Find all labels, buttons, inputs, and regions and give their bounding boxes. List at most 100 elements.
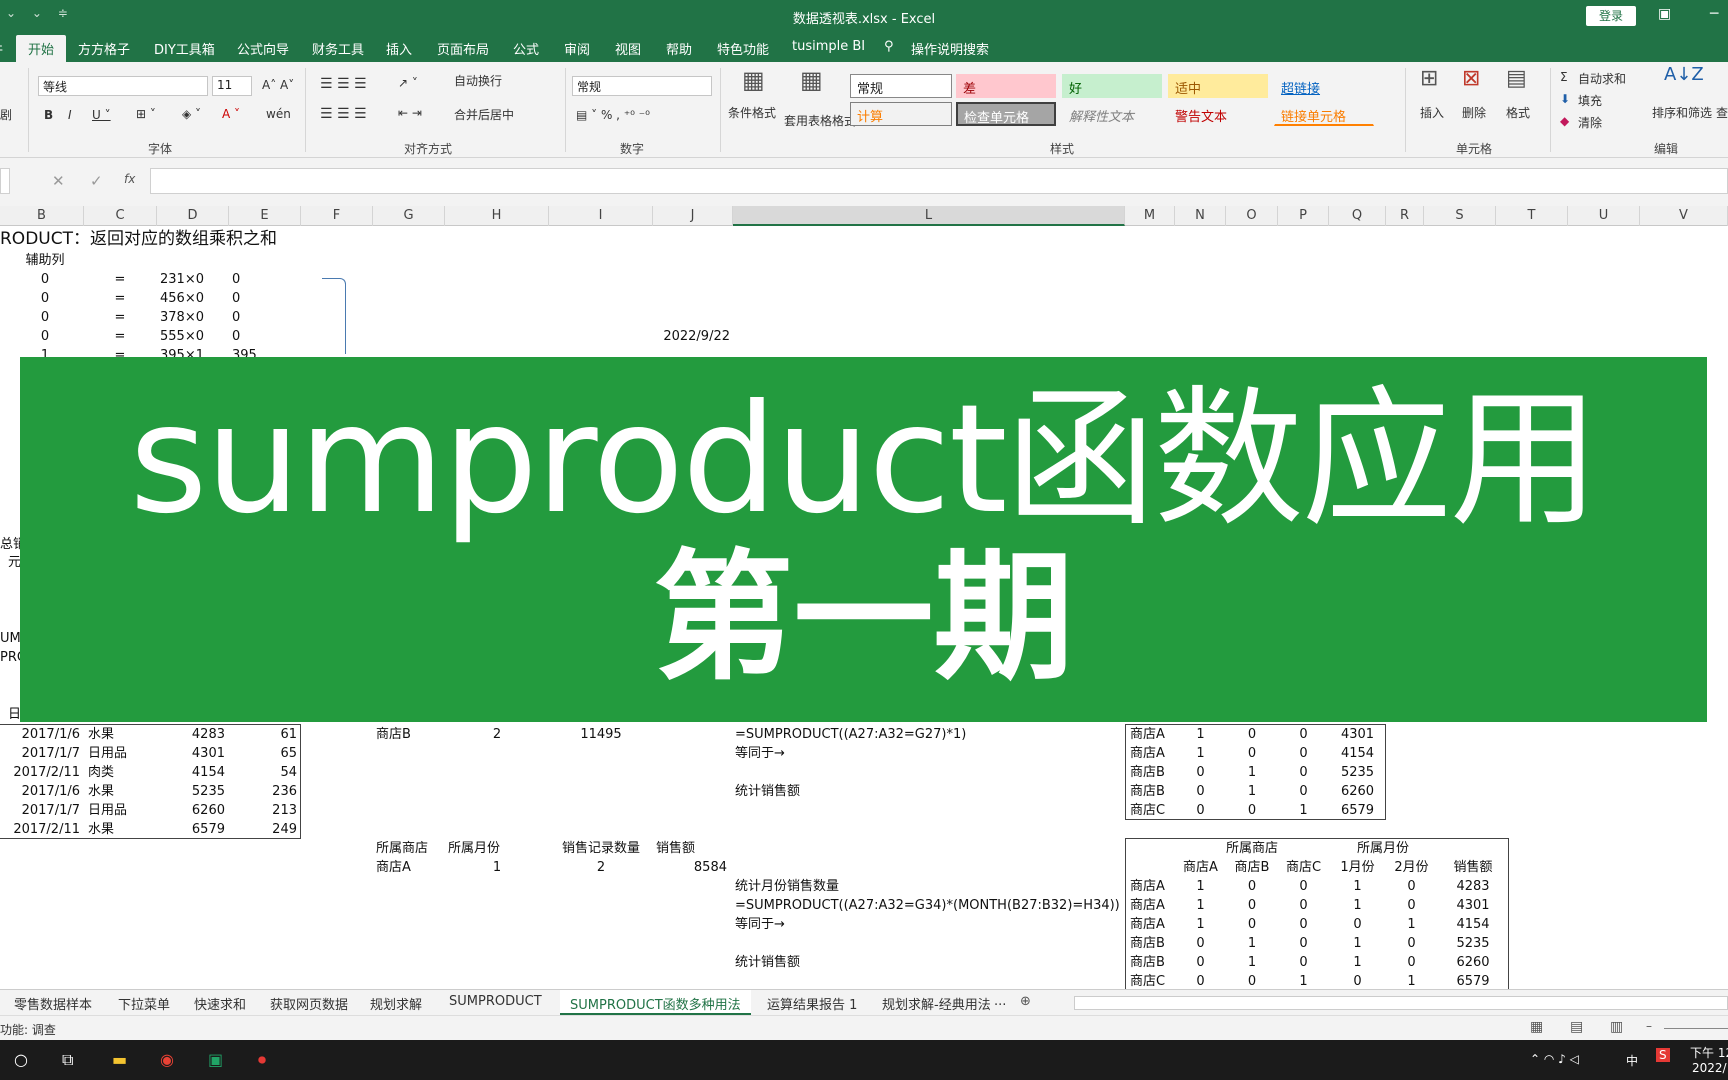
style-warning[interactable]: 警告文本 [1168, 102, 1268, 126]
name-box[interactable] [0, 168, 10, 194]
table-row[interactable]: 61 [229, 726, 297, 745]
table-row[interactable]: 65 [229, 745, 297, 764]
col-header[interactable]: V [1640, 206, 1728, 226]
col-header[interactable]: Q [1329, 206, 1386, 226]
ribbon-display-icon[interactable]: ▣ [1658, 6, 1671, 22]
tab-fangfang[interactable]: 方方格子 [78, 39, 130, 58]
ime-indicator[interactable]: 中 [1626, 1052, 1638, 1069]
table-row[interactable]: 2017/1/7 [0, 802, 80, 821]
cell[interactable]: 等同于→ [735, 916, 785, 935]
table-row[interactable]: 0 [1278, 897, 1329, 916]
table-row[interactable]: 4154 [1329, 745, 1386, 764]
style-neutral[interactable]: 适中 [1168, 74, 1268, 98]
indent-icons[interactable]: ⇤ ⇥ [398, 106, 422, 120]
table-row[interactable]: 0 [1386, 954, 1437, 973]
table-row[interactable]: 商店B [1130, 764, 1165, 783]
zoom-out-icon[interactable]: – [1646, 1019, 1652, 1033]
merge-center-button[interactable]: 合并后居中 [454, 106, 514, 123]
table-row[interactable]: 0 [1175, 783, 1226, 802]
col-header[interactable]: G [373, 206, 445, 226]
chrome-icon[interactable]: ◉ [160, 1050, 174, 1069]
table-row[interactable]: 2017/2/11 [0, 764, 80, 783]
excel-icon[interactable]: ▣ [208, 1050, 223, 1069]
table-row[interactable]: 213 [229, 802, 297, 821]
border-icon[interactable]: ⊞ ˅ [136, 107, 156, 121]
cell[interactable]: 8584 [653, 859, 727, 878]
delete-cells-button[interactable]: 删除 [1462, 104, 1486, 121]
cell[interactable]: 统计销售额 [735, 954, 800, 973]
cell[interactable]: 销售额 [656, 840, 695, 859]
table-row[interactable]: 0 [1226, 897, 1278, 916]
table-row[interactable]: 商店B [1130, 935, 1165, 954]
cell[interactable]: 2 [549, 859, 653, 878]
table-row[interactable]: 1 [1175, 726, 1226, 745]
col-header[interactable]: C [84, 206, 157, 226]
table-row[interactable]: 2017/2/11 [0, 821, 80, 840]
table-row[interactable]: 0 [1329, 973, 1386, 989]
table-row[interactable]: 6260 [1329, 783, 1386, 802]
system-tray-icons[interactable]: ⌃ ◠ ♪ ◁ [1530, 1052, 1579, 1066]
table-row[interactable]: 4301 [157, 745, 225, 764]
cell[interactable]: 0 [232, 271, 240, 290]
style-bad[interactable]: 差 [956, 74, 1056, 98]
table-row[interactable]: 249 [229, 821, 297, 840]
table-row[interactable]: 4154 [1437, 916, 1509, 935]
table-row[interactable]: 0 [1278, 916, 1329, 935]
tab-formulas[interactable]: 公式 [513, 39, 539, 58]
table-row[interactable]: 1 [1329, 878, 1386, 897]
cell[interactable]: 等同于→ [735, 745, 785, 764]
zoom-slider[interactable] [1664, 1028, 1728, 1029]
table-row[interactable]: 0 [1278, 764, 1329, 783]
format-cells-button[interactable]: 格式 [1506, 104, 1530, 121]
wrap-text-button[interactable]: 自动换行 [454, 72, 502, 89]
sheet-tab[interactable]: 下拉菜单 [118, 994, 170, 1013]
fx-icon[interactable]: fx [124, 172, 135, 186]
col-header[interactable]: N [1175, 206, 1226, 226]
font-name-select[interactable]: 等线 [38, 76, 208, 96]
number-format-icons[interactable]: ▤ ˅ % , ⁺⁰ ⁻⁰ [576, 108, 650, 122]
col-header[interactable]: J [653, 206, 733, 226]
col-header[interactable]: E [229, 206, 301, 226]
login-button[interactable]: 登录 [1586, 6, 1636, 26]
cell[interactable]: = [90, 309, 150, 328]
app-tray-icon[interactable]: S [1656, 1048, 1670, 1062]
col-header[interactable]: B [0, 206, 84, 226]
table-row[interactable]: 4283 [1437, 878, 1509, 897]
table-row[interactable]: 1 [1329, 954, 1386, 973]
tab-view[interactable]: 视图 [615, 39, 641, 58]
cell[interactable]: 1 [445, 859, 549, 878]
table-row[interactable]: 1 [1278, 973, 1329, 989]
table-row[interactable]: 日用品 [88, 745, 127, 764]
table-row[interactable]: 4154 [157, 764, 225, 783]
cell[interactable]: 销售额 [1437, 859, 1509, 878]
clock-date[interactable]: 2022/ [1692, 1061, 1727, 1075]
table-row[interactable]: 1 [1226, 783, 1278, 802]
cell[interactable]: 商店B [1226, 859, 1278, 878]
cell[interactable]: 2月份 [1386, 859, 1437, 878]
conditional-format-button[interactable]: 条件格式 [728, 104, 776, 121]
table-row[interactable]: 1 [1175, 745, 1226, 764]
cell[interactable]: 1月份 [1329, 859, 1386, 878]
record-icon[interactable]: ⏺ [258, 1050, 266, 1070]
table-row[interactable]: 6579 [157, 821, 225, 840]
col-header[interactable]: O [1226, 206, 1278, 226]
fill-button[interactable]: 填充 [1578, 92, 1602, 109]
table-format-button[interactable]: 套用表格格式 [784, 112, 856, 129]
sheet-tab[interactable]: 快速求和 [194, 994, 246, 1013]
table-row[interactable]: 1 [1175, 878, 1226, 897]
clock-time[interactable]: 下午 12 [1690, 1044, 1728, 1061]
cell[interactable]: 456×0 [160, 290, 204, 309]
table-row[interactable]: 1 [1386, 916, 1437, 935]
cell[interactable]: 0 [10, 309, 80, 328]
horizontal-scrollbar[interactable] [1074, 996, 1728, 1010]
orientation-icon[interactable]: ↗ ˅ [398, 76, 418, 90]
table-row[interactable]: 0 [1278, 745, 1329, 764]
enter-icon[interactable]: ✓ [90, 172, 103, 190]
col-header[interactable]: S [1424, 206, 1496, 226]
cell[interactable]: 商店B [376, 726, 411, 745]
table-row[interactable]: 0 [1175, 802, 1226, 821]
insert-cells-button[interactable]: 插入 [1420, 104, 1444, 121]
file-explorer-icon[interactable]: ▬ [112, 1050, 127, 1069]
aux-column-label[interactable]: 辅助列 [10, 252, 80, 271]
table-row[interactable]: 日用品 [88, 802, 127, 821]
